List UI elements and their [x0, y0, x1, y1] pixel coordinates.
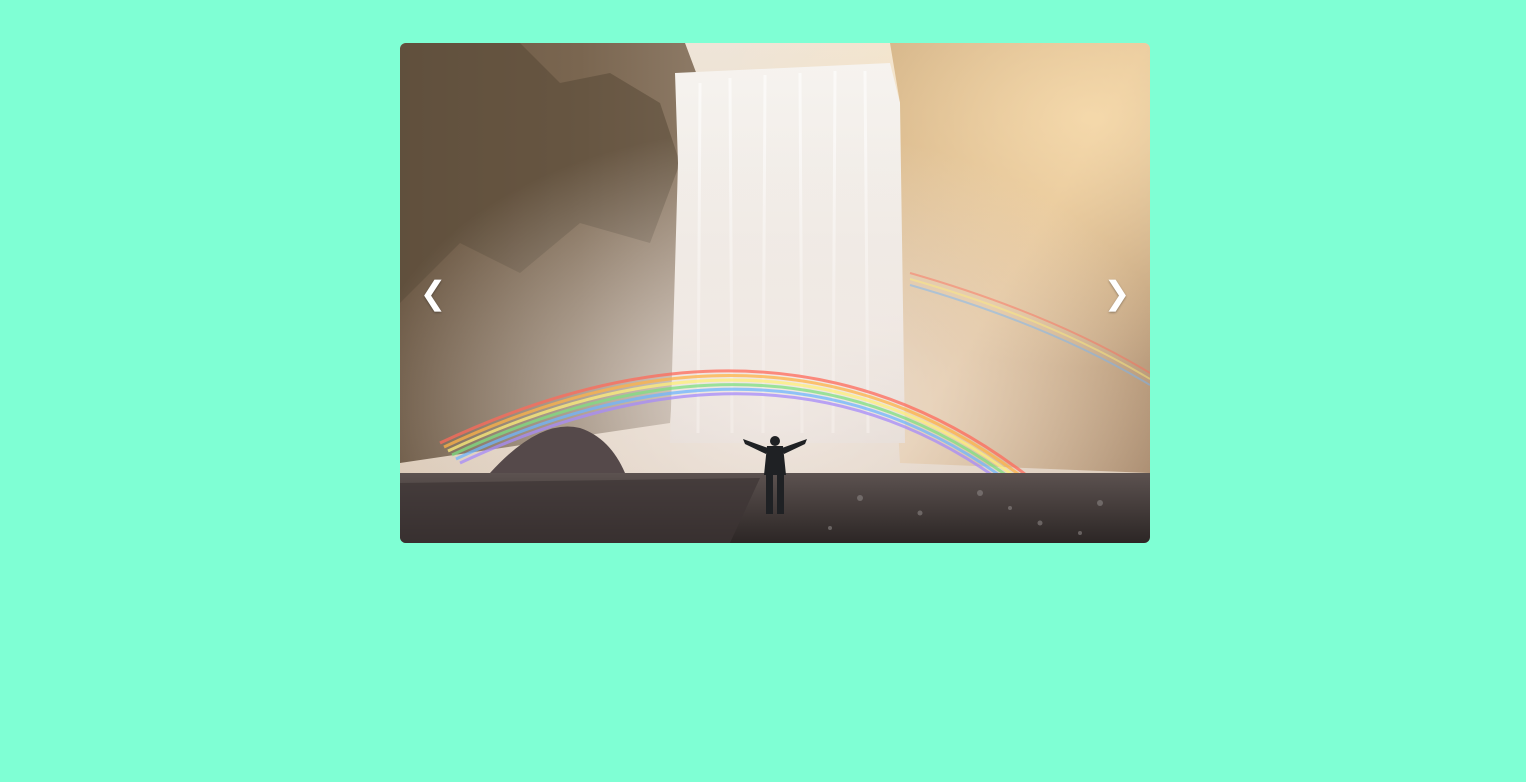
slide-image [400, 43, 1150, 543]
page: ❮ ❯ [0, 0, 1526, 782]
next-slide-button[interactable]: ❯ [1097, 263, 1137, 323]
image-carousel: ❮ ❯ [400, 43, 1150, 543]
chevron-left-icon: ❮ [419, 274, 447, 312]
chevron-right-icon: ❯ [1103, 274, 1131, 312]
previous-slide-button[interactable]: ❮ [413, 263, 453, 323]
